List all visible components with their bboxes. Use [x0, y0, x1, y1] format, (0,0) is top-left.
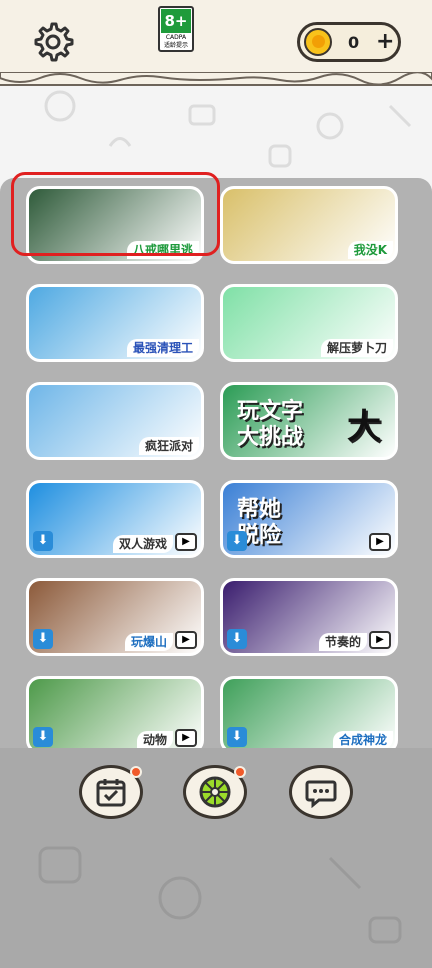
game-card[interactable]: 玩爆山 ⬇ ▶	[26, 578, 204, 656]
calendar-button[interactable]	[79, 765, 143, 819]
game-card[interactable]: 玩文字 大挑战大	[220, 382, 398, 460]
top-bar: 8+ CADPA 适龄提示 0 +	[0, 0, 432, 86]
wheel-icon	[199, 776, 231, 808]
download-icon[interactable]: ⬇	[33, 629, 53, 649]
video-icon[interactable]: ▶	[369, 533, 391, 551]
game-title: 节奏的	[318, 633, 367, 651]
coin-icon	[304, 28, 332, 56]
calendar-check-icon	[96, 779, 126, 807]
video-icon[interactable]: ▶	[175, 729, 197, 747]
game-card[interactable]: 节奏的 ⬇ ▶	[220, 578, 398, 656]
video-icon[interactable]: ▶	[369, 631, 391, 649]
game-card[interactable]: 我没K	[220, 186, 398, 264]
game-title: 我没K	[347, 241, 393, 259]
download-icon[interactable]: ⬇	[33, 727, 53, 747]
game-card[interactable]: 合成神龙 ⬇	[220, 676, 398, 754]
wheel-badge	[234, 766, 246, 778]
download-icon[interactable]: ⬇	[227, 629, 247, 649]
coin-counter[interactable]: 0 +	[297, 22, 401, 62]
game-card[interactable]: 帮她 脱险 ⬇ ▶	[220, 480, 398, 558]
game-card[interactable]: 双人游戏 ⬇ ▶	[26, 480, 204, 558]
thumbnail-text: 大	[347, 407, 381, 447]
age-tip: 适龄提示	[163, 42, 188, 49]
download-icon[interactable]: ⬇	[227, 727, 247, 747]
game-title: 合成神龙	[332, 731, 393, 749]
download-icon[interactable]: ⬇	[227, 531, 247, 551]
video-icon[interactable]: ▶	[175, 631, 197, 649]
game-title: 疯狂派对	[138, 437, 199, 455]
game-title: 解压萝卜刀	[320, 339, 393, 357]
game-card[interactable]: 最强清理工	[26, 284, 204, 362]
age-rating: 8+	[161, 9, 191, 33]
game-card[interactable]: 解压萝卜刀	[220, 284, 398, 362]
add-coins-button[interactable]: +	[376, 29, 394, 54]
calendar-badge	[130, 766, 142, 778]
game-card[interactable]: 疯狂派对	[26, 382, 204, 460]
thumbnail-text: 大挑战	[237, 425, 304, 450]
coin-count: 0	[348, 33, 360, 52]
game-title: 最强清理工	[126, 339, 199, 357]
game-card[interactable]: 动物 ⬇ ▶	[26, 676, 204, 754]
game-title: 动物	[136, 731, 173, 749]
game-title: 玩爆山	[124, 633, 173, 651]
gear-icon[interactable]	[30, 20, 74, 64]
game-title: 双人游戏	[112, 535, 173, 553]
age-org: CADPA	[165, 34, 187, 41]
video-icon[interactable]: ▶	[175, 533, 197, 551]
highlight-frame	[11, 172, 220, 256]
chat-icon	[305, 780, 337, 808]
wheel-button[interactable]	[183, 765, 247, 819]
age-rating-badge[interactable]: 8+ CADPA 适龄提示	[158, 6, 194, 52]
download-icon[interactable]: ⬇	[33, 531, 53, 551]
messages-button[interactable]	[289, 765, 353, 819]
